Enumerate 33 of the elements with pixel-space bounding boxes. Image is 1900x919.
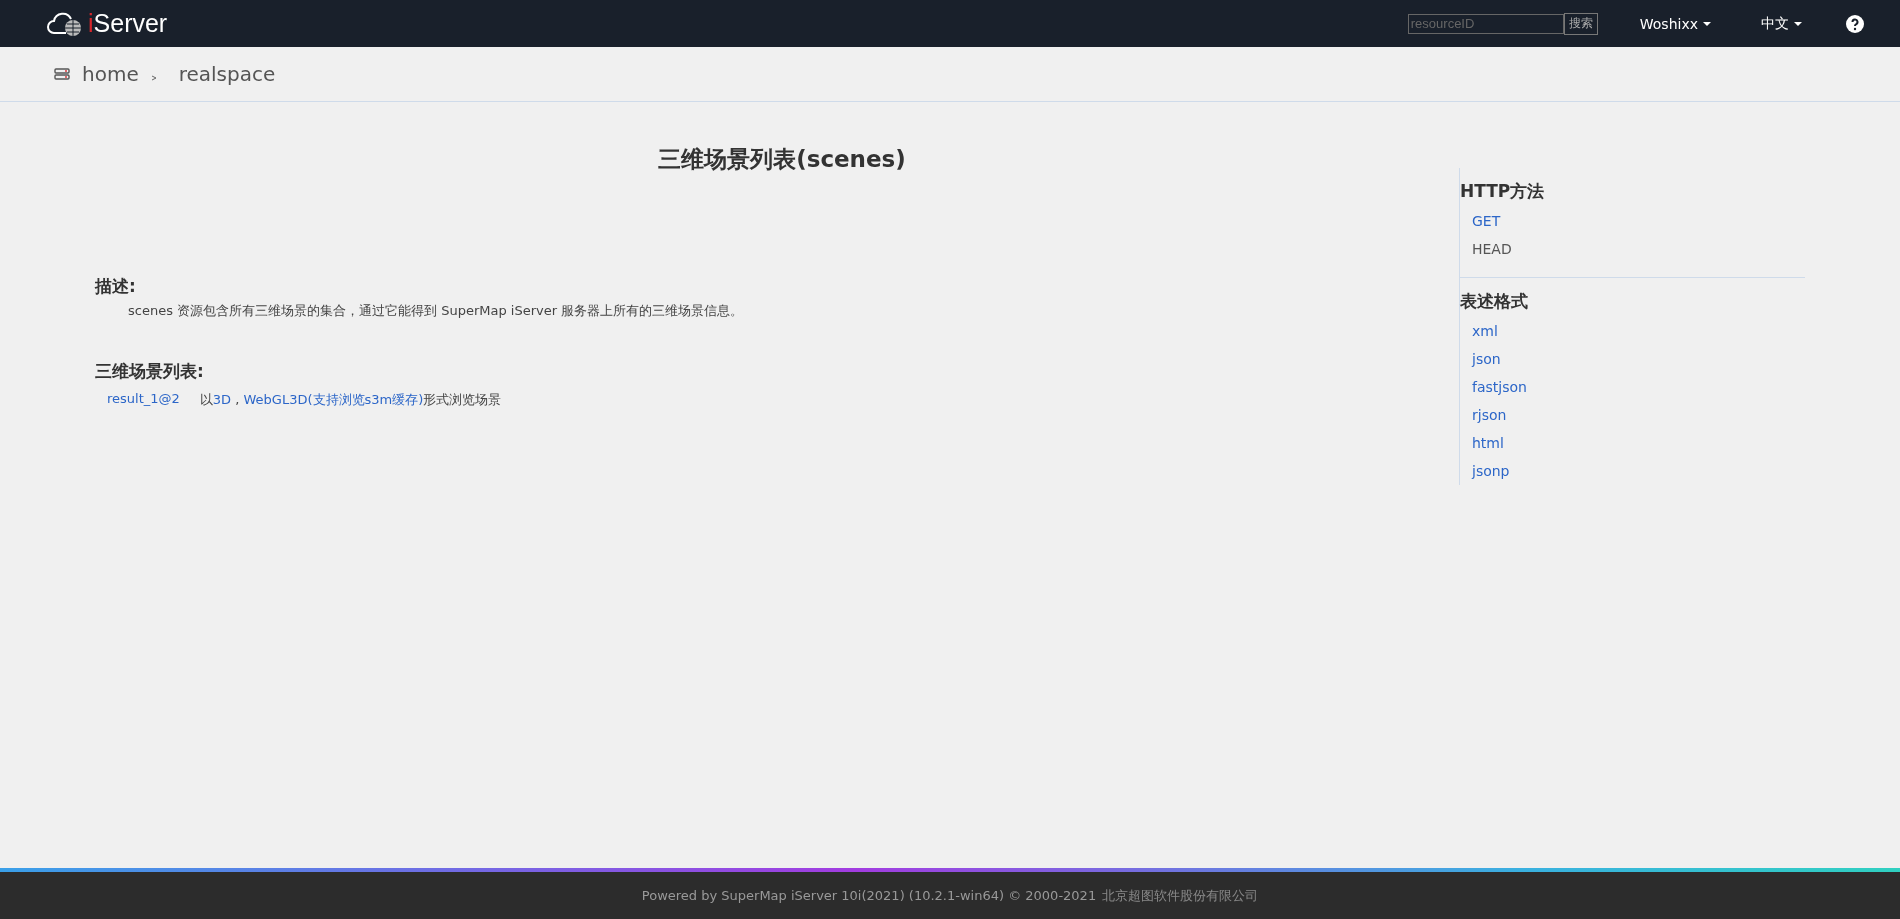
format-link[interactable]: jsonp: [1460, 457, 1805, 485]
method-link[interactable]: GET: [1460, 207, 1805, 235]
chevron-icon: [150, 75, 157, 81]
sidebar-heading: HTTP方法: [1460, 180, 1546, 203]
server-icon: [54, 68, 70, 80]
format-link[interactable]: xml: [1460, 317, 1805, 345]
footer-text: Powered by SuperMap iServer 10i(2021) (10.2.1-win64) © 2000-2021: [641, 888, 1097, 903]
breadcrumb-link[interactable]: home: [82, 62, 139, 86]
help-icon[interactable]: [1846, 14, 1864, 33]
caret-icon: [1703, 21, 1711, 26]
format-link[interactable]: html: [1460, 429, 1805, 457]
scene-link[interactable]: result_1@2: [107, 391, 180, 409]
format-link[interactable]: fastjson: [1460, 373, 1805, 401]
caret-icon: [1794, 21, 1802, 26]
search-field[interactable]: resourceID: [1407, 13, 1564, 34]
logo-text: iServer: [88, 9, 168, 38]
browse-options-text: 以3D , WebGL3D(支持浏览s3m缓存)形式浏览场景: [199, 391, 502, 409]
cloud-globe-icon: [46, 10, 82, 37]
search-button[interactable]: 搜索: [1563, 12, 1598, 35]
method-label: HEAD: [1471, 240, 1513, 259]
page-title: 三维场景列表(scenes): [657, 145, 907, 174]
description-text: scenes 资源包含所有三维场景的集合，通过它能得到 SuperMap iServer 服务器上所有的三维场景信息。: [127, 302, 745, 320]
sidebar-heading: 表述格式: [1460, 290, 1529, 313]
section-heading: 描述:: [95, 275, 137, 298]
section-heading: 三维场景列表:: [95, 360, 205, 383]
breadcrumb-link[interactable]: realspace: [178, 62, 276, 86]
format-link[interactable]: rjson: [1460, 401, 1805, 429]
browse-link[interactable]: WebGL3D(支持浏览s3m缓存): [243, 392, 424, 407]
user-menu[interactable]: Woshixx: [1633, 14, 1717, 33]
browse-link[interactable]: 3D: [212, 392, 232, 407]
language-menu[interactable]: 中文: [1755, 13, 1808, 34]
company-name: 北京超图软件股份有限公司: [1102, 886, 1259, 905]
format-link[interactable]: json: [1460, 345, 1805, 373]
